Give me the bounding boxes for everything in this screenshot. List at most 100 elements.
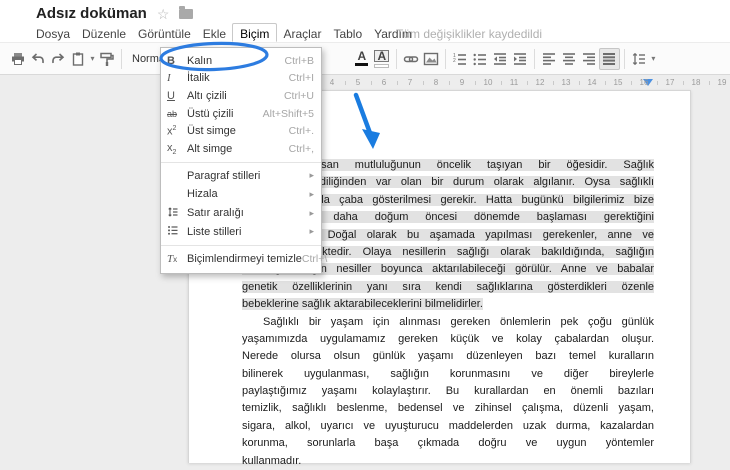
menu-separator: [161, 161, 321, 163]
menubar-item-ekle[interactable]: Ekle: [197, 24, 232, 42]
menu-item-kalın[interactable]: B Kalın Ctrl+B: [161, 52, 321, 70]
toolbar-separator: [623, 48, 625, 69]
ruler-tick: [397, 81, 398, 85]
list-styles-icon: [167, 224, 187, 239]
document-title[interactable]: Adsız doküman: [36, 5, 147, 22]
menubar-item-dosya[interactable]: Dosya: [30, 24, 76, 42]
ruler-number: 14: [587, 78, 597, 87]
ruler-number: 11: [509, 78, 519, 87]
menu-item-üst-simge[interactable]: x2 Üst simge Ctrl+.: [161, 122, 321, 140]
line-spacing-icon: [167, 206, 187, 221]
document-line[interactable]: kullanmadır.: [242, 453, 654, 470]
ruler-tick: [371, 81, 372, 85]
document-line[interactable]: paylaştığımız yaşamı kolaylaştırır. Bu k…: [242, 383, 654, 400]
indent-icon[interactable]: [510, 48, 530, 70]
justify-icon[interactable]: [598, 47, 620, 70]
dropdown-caret-icon[interactable]: ▾: [88, 54, 97, 63]
menu-shortcut: Ctrl+U: [283, 89, 314, 102]
ruler-tick: [631, 81, 632, 85]
align-right-icon[interactable]: [579, 48, 599, 70]
ruler-tick: [579, 81, 580, 85]
menubar-item-tablo[interactable]: Tablo: [327, 24, 368, 42]
image-icon[interactable]: [421, 48, 441, 70]
ruler-number: 10: [483, 78, 493, 87]
submenu-arrow-icon: ▸: [309, 207, 314, 218]
menu-item-label: Alt simge: [187, 142, 233, 155]
ruler-tick: [605, 81, 606, 85]
ruler-number: 5: [355, 78, 361, 87]
toolbar-separator: [121, 48, 122, 69]
toolbar-separator: [395, 48, 397, 69]
menubar-item-düzenle[interactable]: Düzenle: [76, 24, 132, 42]
bold-icon: B: [167, 54, 175, 67]
menubar-item-biçim[interactable]: Biçim: [232, 23, 278, 42]
document-line[interactable]: bebeklerine sağlık aktarabileceklerini b…: [242, 296, 654, 313]
bullet-list-icon[interactable]: [470, 48, 490, 70]
menu-shortcut: Ctrl+B: [284, 54, 314, 67]
numbered-list-icon[interactable]: 12: [450, 48, 470, 70]
ruler-tick: [501, 81, 502, 85]
menu-item-biçimlendirmeyi-temizle[interactable]: Tx Biçimlendirmeyi temizle Ctrl+\: [161, 250, 327, 269]
star-icon[interactable]: ☆: [157, 7, 170, 21]
menu-item-label: Paragraf stilleri: [187, 169, 261, 182]
ruler-number: 17: [665, 78, 675, 87]
submenu-arrow-icon: ▸: [309, 188, 314, 199]
menu-item-satır-aralığı[interactable]: Satır aralığı ▸: [161, 204, 321, 223]
ruler-tick: [449, 81, 450, 85]
menu-shortcut: Ctrl+\: [301, 253, 328, 266]
document-line[interactable]: Nerede olursa olsun günlük yaşamı düzenl…: [242, 348, 654, 365]
menu-item-label: İtalik: [187, 72, 210, 85]
ruler-number: 13: [561, 78, 571, 87]
menu-item-label: Altı çizili: [187, 89, 227, 102]
menu-item-altı-çizili[interactable]: U Altı çizili Ctrl+U: [161, 87, 321, 105]
text-color-icon[interactable]: A: [352, 48, 372, 70]
menu-shortcut: Alt+Shift+5: [262, 107, 314, 120]
document-line[interactable]: temizlik, sağlıklı beslenme, bedensel ve…: [242, 400, 654, 417]
paint-format-icon[interactable]: [97, 48, 117, 70]
line-spacing-icon[interactable]: [629, 48, 649, 70]
outdent-icon[interactable]: [490, 48, 510, 70]
align-center-icon[interactable]: [559, 48, 579, 70]
undo-icon[interactable]: [28, 48, 48, 70]
document-line[interactable]: korunma, sorunlarla başa çıkmada doğru v…: [242, 435, 654, 452]
document-line[interactable]: bilinerek uygulanması, sağlığın korunmas…: [242, 366, 654, 383]
align-left-icon[interactable]: [539, 48, 559, 70]
strikethrough-icon: ab: [167, 108, 178, 119]
folder-icon[interactable]: [179, 5, 194, 19]
menu-item-label: Biçimlendirmeyi temizle: [187, 253, 302, 266]
menu-item-liste-stilleri[interactable]: Liste stilleri ▸: [161, 222, 321, 241]
app-header: Adsız doküman ☆ Dosya Düzenle Görüntüle Ekl…: [0, 0, 730, 42]
ruler-tick: [553, 81, 554, 85]
menu-shortcut: Ctrl+,: [288, 142, 314, 155]
ruler-tick: [709, 81, 710, 85]
paste-icon[interactable]: [68, 48, 88, 70]
redo-icon[interactable]: [48, 48, 68, 70]
titlebar: Adsız doküman ☆: [36, 5, 194, 22]
menu-item-label: Kalın: [187, 54, 213, 67]
format-menu-dropdown: B Kalın Ctrl+B I İtalik Ctrl+I U Altı çizili Ctr…: [160, 47, 327, 274]
menu-item-hizala[interactable]: Hizala ▸: [161, 185, 321, 204]
save-status: Tüm değişiklikler kaydedildi: [396, 27, 543, 41]
menu-item-label: Üst simge: [187, 125, 236, 138]
print-icon[interactable]: [8, 48, 28, 70]
underline-icon: U: [167, 89, 175, 102]
document-line[interactable]: sigara, alkol, uyarıcı ve uyuşturucu mad…: [242, 418, 654, 435]
menubar-item-araçlar[interactable]: Araçlar: [277, 24, 327, 42]
menu-item-alt-simge[interactable]: x2 Alt simge Ctrl+,: [161, 140, 321, 158]
selected-text: bebeklerine sağlık aktarabileceklerini b…: [242, 298, 483, 311]
dropdown-caret-icon[interactable]: ▾: [649, 54, 658, 63]
document-line[interactable]: genetik özelliklerinin yanı sıra kendi s…: [242, 279, 654, 296]
document-line[interactable]: yaşamımızda uygulamamız gereken küçük ve…: [242, 331, 654, 348]
menu-item-paragraf-stilleri[interactable]: Paragraf stilleri ▸: [161, 167, 321, 186]
highlight-color-icon[interactable]: A: [372, 48, 392, 70]
menu-item-üstü-çizili[interactable]: ab Üstü çizili Alt+Shift+5: [161, 105, 321, 123]
ruler-tick: [527, 81, 528, 85]
link-icon[interactable]: [401, 48, 421, 70]
svg-text:2: 2: [453, 58, 456, 64]
ruler-tick: [683, 81, 684, 85]
menu-item-i-talik[interactable]: I İtalik Ctrl+I: [161, 70, 321, 88]
menubar-item-görüntüle[interactable]: Görüntüle: [132, 24, 197, 42]
document-line[interactable]: Sağlıklı bir yaşam için alınması gereken…: [242, 314, 654, 331]
ruler-number: 6: [381, 78, 387, 87]
italic-icon: I: [167, 72, 171, 85]
